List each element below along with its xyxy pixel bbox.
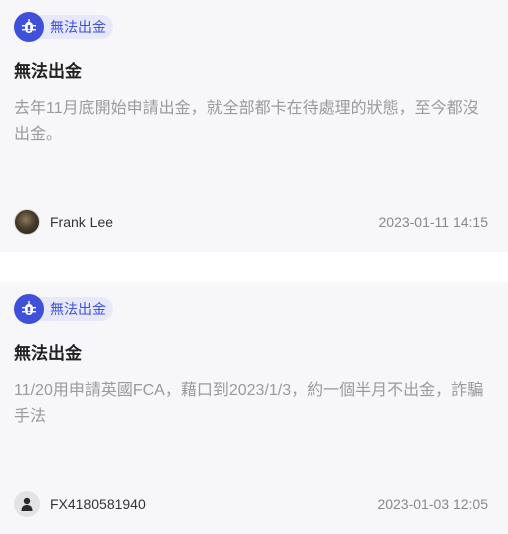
post-meta: FX4180581940 2023-01-03 12:05 — [14, 490, 488, 518]
author-info[interactable]: Frank Lee — [14, 209, 113, 235]
complaint-feed: 無法出金 無法出金 去年11月底開始申請出金，就全部都卡在待處理的狀態，至今都沒… — [0, 0, 508, 534]
author-info[interactable]: FX4180581940 — [14, 491, 146, 517]
post-body: 去年11月底開始申請出金，就全部都卡在待處理的狀態，至今都沒出金。 — [14, 100, 479, 143]
post-date: 2023-01-03 12:05 — [377, 496, 488, 512]
post-card[interactable]: 無法出金 無法出金 去年11月底開始申請出金，就全部都卡在待處理的狀態，至今都沒… — [0, 0, 508, 252]
post-body: 11/20用申請英國FCA，藉口到2023/1/3，約一個半月不出金，詐騙手法 — [14, 382, 484, 425]
category-tag[interactable]: 無法出金 — [14, 294, 494, 324]
author-name: FX4180581940 — [50, 496, 146, 512]
bug-icon — [14, 12, 44, 42]
post-meta: Frank Lee 2023-01-11 14:15 — [14, 208, 488, 236]
post-date: 2023-01-11 14:15 — [378, 214, 489, 230]
post-title[interactable]: 無法出金 — [14, 60, 494, 84]
user-photo-icon — [14, 209, 40, 235]
author-name: Frank Lee — [50, 214, 114, 230]
post-card[interactable]: 無法出金 無法出金 11/20用申請英國FCA，藉口到2023/1/3，約一個半… — [0, 282, 508, 534]
category-tag[interactable]: 無法出金 — [14, 12, 494, 42]
bug-icon — [14, 294, 44, 324]
default-user-icon — [14, 491, 40, 517]
post-title[interactable]: 無法出金 — [14, 342, 494, 366]
